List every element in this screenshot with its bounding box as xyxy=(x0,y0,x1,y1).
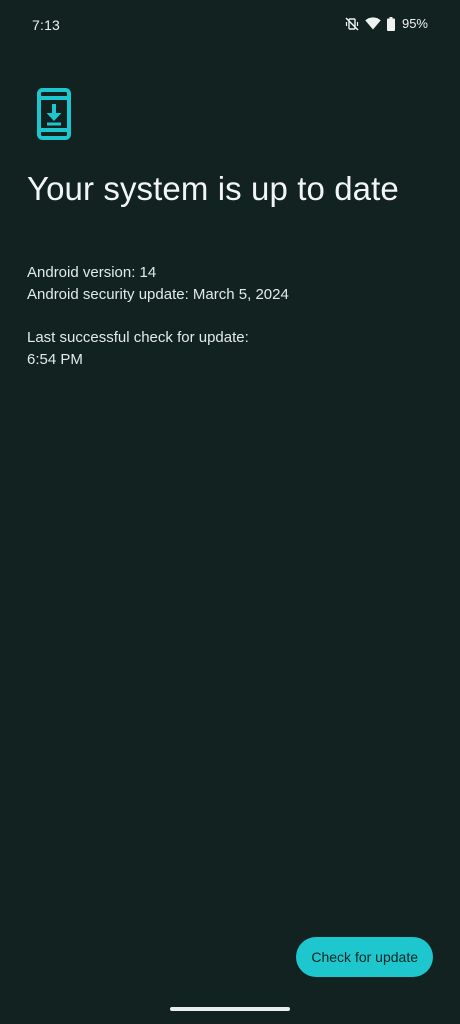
security-update-date: Android security update: March 5, 2024 xyxy=(27,286,289,303)
last-check-info: Last successful check for update: 6:54 P… xyxy=(27,327,249,371)
android-version: Android version: 14 xyxy=(27,264,157,281)
status-icons: 95% xyxy=(345,16,428,31)
version-info: Android version: 14 Android security upd… xyxy=(27,262,289,306)
status-time: 7:13 xyxy=(32,17,61,33)
battery-percent: 95% xyxy=(401,16,428,31)
system-update-icon xyxy=(36,87,72,141)
vibrate-off-icon xyxy=(345,16,359,31)
check-for-update-button[interactable]: Check for update xyxy=(296,937,433,977)
last-check-time: 6:54 PM xyxy=(27,351,83,368)
page-title: Your system is up to date xyxy=(27,170,399,207)
gesture-nav-handle[interactable] xyxy=(170,1007,290,1011)
status-bar: 7:13 95% xyxy=(0,0,460,52)
battery-icon xyxy=(386,16,395,31)
last-check-label: Last successful check for update: xyxy=(27,329,249,346)
system-update-screen: 7:13 95% Your system is up to date Andro… xyxy=(0,0,460,1024)
wifi-icon xyxy=(365,17,381,30)
